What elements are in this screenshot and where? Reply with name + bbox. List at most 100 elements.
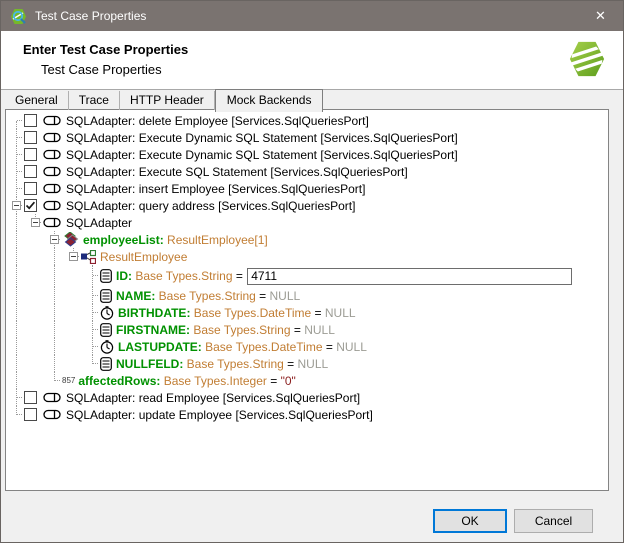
tree-item-sqladapter[interactable]: SQLAdapter xyxy=(6,214,608,231)
collapse-expander-icon[interactable] xyxy=(31,218,40,227)
tree-guide-line xyxy=(17,414,22,415)
tree-guide-line xyxy=(54,304,55,321)
tree-item-label: SQLAdapter: delete Employee [Services.Sq… xyxy=(66,114,369,128)
tree-item-label: SQLAdapter: Execute SQL Statement [Servi… xyxy=(66,165,408,179)
checkbox-unchecked[interactable] xyxy=(24,148,37,161)
tree-item-field-firstname[interactable]: FIRSTNAME: Base Types.String = NULL xyxy=(6,321,608,338)
tree-item-execute-sql-statement[interactable]: SQLAdapter: Execute SQL Statement [Servi… xyxy=(6,163,608,180)
tree-item-execute-dynamic-sql-1[interactable]: SQLAdapter: Execute Dynamic SQL Statemen… xyxy=(6,129,608,146)
tree-item-label: NULL xyxy=(270,289,301,303)
tree-guide-line xyxy=(16,231,17,248)
collapse-expander-icon[interactable] xyxy=(69,252,78,261)
tree-guide-line xyxy=(17,137,22,138)
id-value-input[interactable] xyxy=(247,268,572,285)
tree-item-label: Base Types.DateTime xyxy=(190,306,311,320)
adapter-icon xyxy=(43,165,62,178)
tree-item-field-name[interactable]: NAME: Base Types.String = NULL xyxy=(6,287,608,304)
tree-item-label: SQLAdapter: Execute Dynamic SQL Statemen… xyxy=(66,131,458,145)
tree-guide-line xyxy=(16,338,17,355)
checkbox-unchecked[interactable] xyxy=(24,391,37,404)
tree-item-label: ID: xyxy=(116,269,132,283)
adapter-icon xyxy=(43,391,62,404)
checkbox-unchecked[interactable] xyxy=(24,165,37,178)
tree-item-label: = xyxy=(256,289,270,303)
tree-item-label: SQLAdapter xyxy=(66,216,132,230)
record-list-icon xyxy=(62,232,79,247)
tree-item-label: = xyxy=(284,357,298,371)
tree-item-label: SQLAdapter: Execute Dynamic SQL Statemen… xyxy=(66,148,458,162)
adapter-icon xyxy=(43,199,62,212)
checkbox-unchecked[interactable] xyxy=(24,114,37,127)
string-field-icon xyxy=(100,269,112,283)
close-icon[interactable]: ✕ xyxy=(578,1,623,31)
tree-item-label: ResultEmployee[1] xyxy=(164,233,268,247)
tab-mock-backends[interactable]: Mock Backends xyxy=(215,89,324,112)
tree-item-update-employee[interactable]: SQLAdapter: update Employee [Services.Sq… xyxy=(6,406,608,423)
tree-item-label: NULL xyxy=(304,323,335,337)
tree-item-affectedrows[interactable]: 857affectedRows: Base Types.Integer = "0… xyxy=(6,372,608,389)
tree-guide-line xyxy=(16,304,17,321)
tab-http-header[interactable]: HTTP Header xyxy=(120,91,215,110)
tree-item-field-id[interactable]: ID: Base Types.String = xyxy=(6,265,608,287)
tab-general[interactable]: General xyxy=(5,91,69,110)
tree-item-label: NAME: xyxy=(116,289,155,303)
tree-guide-line xyxy=(93,346,98,347)
tree-guide-line xyxy=(17,171,22,172)
tree-item-label: NULL xyxy=(298,357,329,371)
tab-bar: GeneralTraceHTTP HeaderMock Backends xyxy=(5,91,323,112)
collapse-expander-icon[interactable] xyxy=(12,201,21,210)
tree-guide-line xyxy=(16,372,17,389)
tree-item-label: affectedRows: xyxy=(78,374,160,388)
dialog-header: Enter Test Case Properties Test Case Pro… xyxy=(1,31,623,90)
tree-guide-line xyxy=(54,321,55,338)
cancel-button[interactable]: Cancel xyxy=(514,509,593,533)
tree-guide-line xyxy=(16,214,17,231)
checkbox-unchecked[interactable] xyxy=(24,131,37,144)
tree-item-read-employee[interactable]: SQLAdapter: read Employee [Services.SqlQ… xyxy=(6,389,608,406)
tree-guide-line xyxy=(16,248,17,265)
checkbox-unchecked[interactable] xyxy=(24,182,37,195)
string-field-icon xyxy=(100,357,112,371)
tree-guide-line xyxy=(92,265,93,287)
tree-item-label: SQLAdapter: insert Employee [Services.Sq… xyxy=(66,182,365,196)
collapse-expander-icon[interactable] xyxy=(50,235,59,244)
datetime-field-icon xyxy=(100,306,114,320)
string-field-icon xyxy=(100,323,112,337)
tree-guide-line xyxy=(93,312,98,313)
checkbox-unchecked[interactable] xyxy=(24,408,37,421)
tree-item-resultemployee[interactable]: ResultEmployee xyxy=(6,248,608,265)
dialog-body: GeneralTraceHTTP HeaderMock Backends SQL… xyxy=(1,90,623,542)
brand-hexagon-icon xyxy=(568,40,606,78)
tree-guide-line xyxy=(16,287,17,304)
string-field-icon xyxy=(100,289,112,303)
tree-item-label: FIRSTNAME: xyxy=(116,323,190,337)
window-title: Test Case Properties xyxy=(35,9,146,23)
adapter-icon xyxy=(43,114,62,127)
tree-item-employeelist[interactable]: employeeList: ResultEmployee[1] xyxy=(6,231,608,248)
tree-guide-line xyxy=(16,265,17,287)
tree-item-label: Base Types.String xyxy=(190,323,291,337)
ok-button[interactable]: OK xyxy=(433,509,507,533)
header-title: Enter Test Case Properties xyxy=(1,31,623,57)
tree-item-insert-employee[interactable]: SQLAdapter: insert Employee [Services.Sq… xyxy=(6,180,608,197)
tree-item-query-address[interactable]: SQLAdapter: query address [Services.SqlQ… xyxy=(6,197,608,214)
record-icon xyxy=(81,250,96,264)
tree-item-label: = xyxy=(323,340,337,354)
tree-item-execute-dynamic-sql-2[interactable]: SQLAdapter: Execute Dynamic SQL Statemen… xyxy=(6,146,608,163)
tree-item-field-nullfeld[interactable]: NULLFELD: Base Types.String = NULL xyxy=(6,355,608,372)
app-logo-icon xyxy=(10,8,27,25)
tree-item-label: SQLAdapter: read Employee [Services.SqlQ… xyxy=(66,391,360,405)
tab-trace[interactable]: Trace xyxy=(69,91,120,110)
title-bar[interactable]: Test Case Properties ✕ xyxy=(1,1,623,31)
tree-item-label: NULLFELD: xyxy=(116,357,183,371)
tree-item-label: SQLAdapter: update Employee [Services.Sq… xyxy=(66,408,373,422)
tree-guide-line xyxy=(17,120,22,121)
checkbox-checked[interactable] xyxy=(24,199,37,212)
tree-item-field-lastupdate[interactable]: LASTUPDATE: Base Types.DateTime = NULL xyxy=(6,338,608,355)
datetime-field-icon xyxy=(100,340,114,354)
tree-item-label: NULL xyxy=(325,306,356,320)
tree-item-label: NULL xyxy=(336,340,367,354)
tree-guide-line xyxy=(54,355,55,372)
tree-item-delete-employee[interactable]: SQLAdapter: delete Employee [Services.Sq… xyxy=(6,112,608,129)
tree-item-field-birthdate[interactable]: BIRTHDATE: Base Types.DateTime = NULL xyxy=(6,304,608,321)
